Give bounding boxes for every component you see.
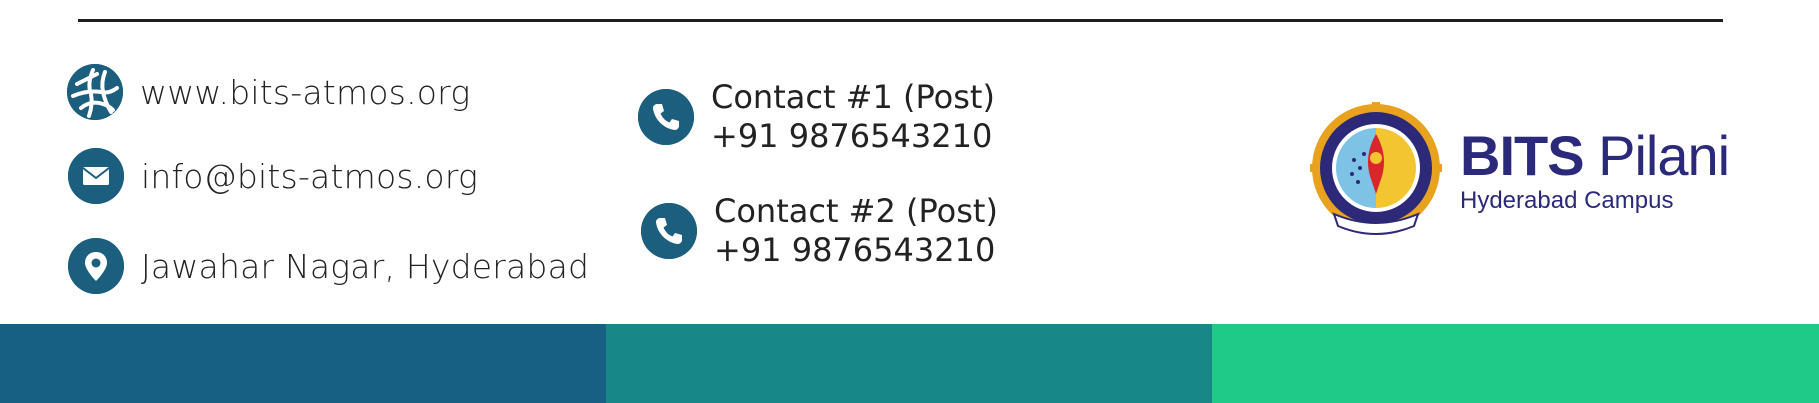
contact-1-details: Contact #1 (Post) +91 9876543210: [711, 78, 995, 156]
website-link[interactable]: www.bits-atmos.org: [140, 73, 470, 112]
address-text: Jawahar Nagar, Hyderabad: [141, 246, 590, 286]
contact-2: Contact #2 (Post) +91 9876543210: [641, 192, 998, 270]
logo-name-bold: BITS: [1460, 124, 1585, 187]
location-pin-icon: [68, 238, 124, 294]
logo-wordmark: BITS Pilani Hyderabad Campus: [1460, 128, 1730, 216]
contact-2-details: Contact #2 (Post) +91 9876543210: [714, 192, 998, 270]
footer-band-middle: [606, 324, 1212, 403]
logo-name-regular: Pilani: [1598, 124, 1730, 187]
logo-campus: Hyderabad Campus: [1460, 187, 1674, 214]
top-divider: [78, 19, 1723, 22]
contact-1-phone[interactable]: +91 9876543210: [711, 117, 995, 156]
address-row: Jawahar Nagar, Hyderabad: [68, 238, 589, 294]
logo-title: BITS Pilani: [1460, 128, 1730, 184]
phone-icon: [641, 203, 697, 259]
footer-band-right: [1212, 324, 1819, 403]
email-link[interactable]: info@bits-atmos.org: [141, 157, 478, 196]
globe-icon: [67, 64, 123, 120]
bits-pilani-logo: BITS Pilani Hyderabad Campus: [1306, 102, 1730, 242]
bits-seal-icon: [1310, 102, 1442, 235]
contact-2-phone[interactable]: +91 9876543210: [714, 231, 998, 270]
phone-icon: [638, 89, 694, 145]
email-row: info@bits-atmos.org: [68, 148, 478, 204]
footer-band-left: [0, 324, 606, 403]
contact-2-title: Contact #2 (Post): [714, 192, 998, 230]
contact-1: Contact #1 (Post) +91 9876543210: [638, 78, 995, 156]
mail-icon: [68, 148, 124, 204]
contact-1-title: Contact #1 (Post): [711, 78, 995, 116]
website-row: www.bits-atmos.org: [67, 64, 470, 120]
